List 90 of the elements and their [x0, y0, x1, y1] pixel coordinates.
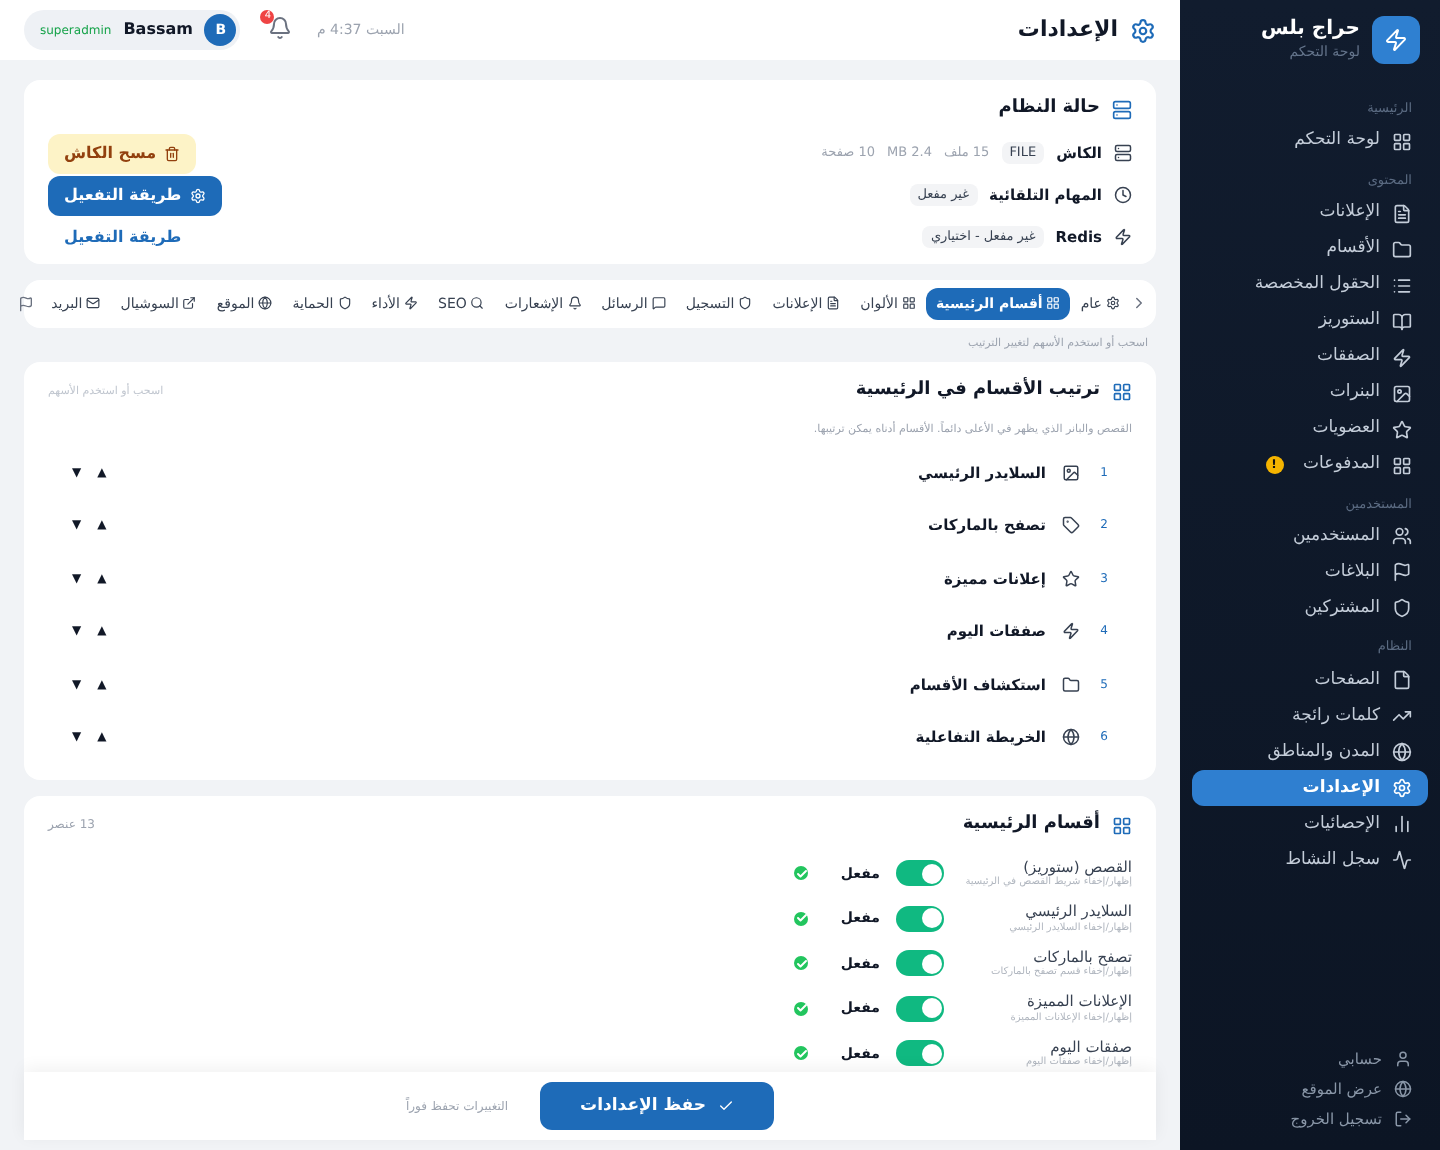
globe-icon	[1062, 728, 1080, 747]
grid-icon	[1392, 131, 1412, 152]
logout-icon	[1394, 1110, 1412, 1128]
user-icon	[1394, 1050, 1412, 1068]
sidebar-item[interactable]: الستوريز	[1192, 303, 1428, 339]
external-link-icon	[182, 296, 197, 311]
globe-icon	[1392, 742, 1412, 762]
sidebar-item[interactable]: البنرات	[1192, 375, 1428, 411]
mail-icon	[86, 296, 101, 311]
globe-icon	[1394, 1080, 1412, 1098]
sidebar-item[interactable]: الصفحات	[1192, 662, 1428, 698]
sidebar-item[interactable]: المدن والمناطق	[1192, 734, 1428, 770]
star-icon	[1392, 419, 1412, 439]
list-icon	[1392, 275, 1412, 295]
save-button[interactable]: حفظ الإعدادات	[540, 1081, 775, 1131]
star-icon	[1062, 569, 1080, 588]
toggle-switch[interactable]	[896, 995, 944, 1022]
sidebar-item[interactable]: الإحصائيات	[1192, 806, 1428, 842]
server-icon	[1114, 144, 1132, 162]
sidebar-item[interactable]: كلمات رائجة	[1192, 698, 1428, 734]
sidebar-item[interactable]: العضويات	[1192, 411, 1428, 447]
shield-icon	[337, 296, 352, 311]
page-title: الإعدادات	[1017, 13, 1118, 46]
sidebar-item[interactable]: الحقول المخصصة	[1192, 267, 1428, 303]
brand-title: حراج بلس	[1260, 18, 1360, 44]
checkbox[interactable]	[794, 1001, 809, 1016]
clock-icon	[1114, 186, 1132, 204]
shield-icon	[738, 296, 753, 311]
chevron-icon[interactable]	[1130, 294, 1148, 313]
checkbox[interactable]	[794, 1046, 809, 1061]
globe-icon	[258, 296, 273, 311]
lightning-icon	[1062, 622, 1080, 641]
activation-link[interactable]: طريقة التفعيل	[48, 217, 198, 257]
sidebar-item[interactable]: البلاغات	[1192, 554, 1428, 591]
checkbox[interactable]	[794, 911, 809, 926]
card-title: حالة النظام	[998, 96, 1100, 122]
checkbox[interactable]	[794, 956, 809, 971]
toggle-switch[interactable]	[896, 860, 944, 887]
settings-icon	[1106, 296, 1120, 311]
sidebar-item[interactable]: الصفقات	[1192, 339, 1428, 375]
settings-icon	[1130, 17, 1156, 43]
book-icon	[1392, 311, 1412, 331]
document-icon	[1392, 203, 1412, 223]
bell-icon	[567, 296, 582, 311]
shield-icon	[1392, 598, 1412, 619]
sidebar-item[interactable]: لوحة التحكم	[1192, 123, 1428, 160]
server-icon	[1112, 99, 1132, 120]
grid-icon	[1046, 296, 1061, 311]
sidebar-item[interactable]: المشتركين	[1192, 590, 1428, 627]
document-icon	[826, 296, 841, 311]
toggle-switch[interactable]	[896, 905, 944, 932]
flag-icon	[1392, 562, 1412, 583]
user-name: Bassam	[123, 18, 193, 42]
lightning-icon	[1392, 347, 1412, 367]
activation-button[interactable]: طريقة التفعيل	[48, 175, 222, 215]
card-title: ترتيب الأقسام في الرئيسية	[855, 378, 1100, 405]
sidebar-item[interactable]: الإعلانات	[1192, 195, 1428, 231]
chat-icon	[651, 296, 666, 311]
grid-icon	[1112, 815, 1132, 836]
folder-icon	[1062, 675, 1080, 694]
checkbox[interactable]	[794, 866, 809, 881]
card-title: أقسام الرئيسية	[962, 812, 1100, 838]
flag-icon[interactable]	[17, 295, 34, 312]
toggle-switch[interactable]	[896, 950, 944, 977]
lightning-icon	[404, 296, 418, 311]
sidebar-item[interactable]: الأقسام	[1192, 231, 1428, 267]
image-icon	[1392, 383, 1412, 403]
activity-icon	[1392, 850, 1412, 870]
lightning-icon	[1114, 228, 1132, 246]
check-icon	[718, 1098, 735, 1114]
settings-icon	[1392, 778, 1412, 798]
grid-icon	[1112, 382, 1132, 402]
tag-icon	[1062, 516, 1080, 535]
bar-chart-icon	[1392, 814, 1412, 834]
image-icon	[1062, 463, 1080, 482]
sidebar-item[interactable]: المستخدمين	[1192, 518, 1428, 555]
toggle-switch[interactable]	[896, 1040, 944, 1067]
search-icon	[470, 296, 485, 311]
users-icon	[1392, 526, 1412, 547]
grid-icon	[901, 296, 916, 311]
folder-icon	[1392, 239, 1412, 259]
sidebar-item[interactable]: الإعدادات	[1192, 770, 1428, 806]
trend-icon	[1392, 706, 1412, 726]
gear-icon	[189, 187, 206, 203]
logo-icon	[1372, 16, 1420, 64]
grid-icon	[1392, 455, 1412, 475]
clear-cache-button[interactable]: مسح الكاش	[48, 133, 197, 173]
trash-icon	[164, 145, 181, 161]
file-icon	[1392, 670, 1412, 690]
sidebar-item[interactable]: سجل النشاط	[1192, 842, 1428, 878]
